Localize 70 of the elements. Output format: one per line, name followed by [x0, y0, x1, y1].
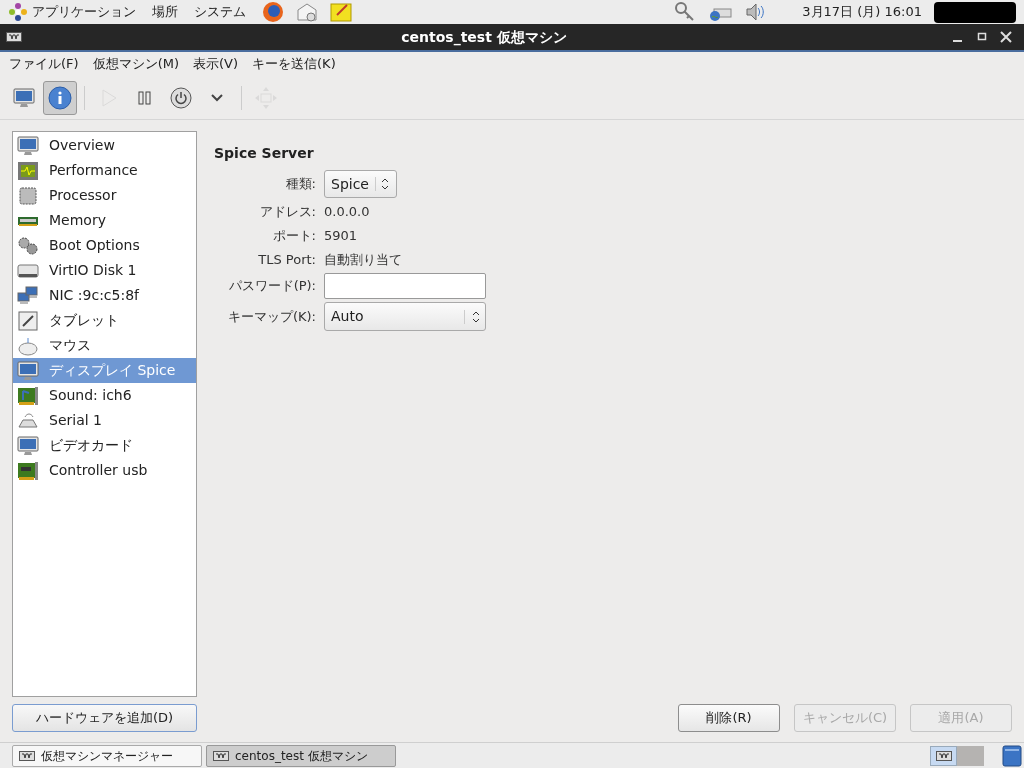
- speaker-icon[interactable]: [744, 1, 767, 23]
- power-icon: [170, 86, 192, 109]
- clock[interactable]: 3月17日 (月) 16:01: [802, 2, 922, 22]
- hardware-list-item[interactable]: タブレット: [13, 308, 196, 333]
- trash-icon[interactable]: [1002, 744, 1022, 767]
- hardware-list-item[interactable]: Sound: ich6: [13, 383, 196, 408]
- workspace-button[interactable]: [930, 745, 957, 766]
- hardware-list-item[interactable]: VirtIO Disk 1: [13, 258, 196, 283]
- updown-icon: [380, 177, 390, 191]
- serial-port-icon: [17, 410, 39, 431]
- taskbar-window-button[interactable]: centos_test 仮想マシン: [206, 744, 396, 767]
- menu-item[interactable]: キーを送信(K): [252, 54, 336, 74]
- vm-icon: [213, 750, 229, 761]
- caret-icon: [211, 93, 223, 102]
- field-label: TLS Port:: [257, 250, 317, 269]
- hardware-list-item[interactable]: Overview: [13, 133, 196, 158]
- updown-icon: [471, 309, 481, 324]
- field-label: ポート:: [271, 226, 317, 245]
- hardware-list-item[interactable]: Boot Options: [13, 233, 196, 258]
- window-title: centos_test 仮想マシン: [400, 27, 568, 48]
- close-icon[interactable]: [998, 29, 1014, 45]
- flower-logo-icon: [8, 2, 28, 22]
- field-label: キーマップ(K):: [226, 307, 317, 326]
- vm-icon: [19, 750, 35, 761]
- monitor-icon: [17, 360, 39, 381]
- monitor-icon: [17, 435, 39, 456]
- hardware-list-item[interactable]: NIC :9c:c5:8f: [13, 283, 196, 308]
- field-value: 自動割り当て: [324, 250, 402, 269]
- tablet-icon: [17, 310, 39, 331]
- type-select[interactable]: Spice: [324, 170, 397, 198]
- window-icon: [6, 32, 22, 42]
- monitor-icon: [13, 87, 35, 108]
- field-value: 5901: [324, 226, 358, 245]
- sound-card-icon: [17, 385, 39, 406]
- field-value: 0.0.0.0: [324, 202, 370, 221]
- hardware-list-item[interactable]: Processor: [13, 183, 196, 208]
- workspace-window-icon: [935, 750, 952, 761]
- chip-icon: [17, 185, 39, 206]
- mouse-icon: [17, 335, 39, 356]
- hardware-list-item[interactable]: Performance: [13, 158, 196, 183]
- panel-menu[interactable]: 場所: [152, 2, 178, 22]
- pause-icon: [138, 90, 152, 105]
- notepad-icon[interactable]: [330, 1, 352, 23]
- field-label: パスワード(P):: [227, 277, 317, 296]
- hardware-list-item[interactable]: Controller usb: [13, 458, 196, 483]
- network-icon: [17, 285, 39, 306]
- chart-board-icon: [17, 160, 39, 181]
- hardware-list-item[interactable]: Serial 1: [13, 408, 196, 433]
- monitor-icon: [17, 135, 39, 156]
- hardware-list-item[interactable]: ビデオカード: [13, 433, 196, 458]
- hardware-list-item[interactable]: Memory: [13, 208, 196, 233]
- gears-icon: [17, 235, 39, 256]
- info-icon: [48, 85, 72, 110]
- menu-item[interactable]: 表示(V): [193, 54, 239, 74]
- taskbar-window-button[interactable]: 仮想マシンマネージャー: [12, 744, 202, 767]
- keymap-select[interactable]: Auto: [324, 302, 486, 331]
- panel-menu[interactable]: システム: [194, 2, 246, 22]
- panel-menu[interactable]: アプリケーション: [32, 2, 136, 22]
- field-label: 種類:: [284, 175, 317, 194]
- hardware-list-item[interactable]: マウス: [13, 333, 196, 358]
- dialog-button[interactable]: 削除(R): [678, 704, 780, 732]
- add-hardware-button[interactable]: ハードウェアを追加(D): [12, 704, 197, 732]
- menu-item[interactable]: 仮想マシン(M): [92, 54, 179, 74]
- toolbar-button[interactable]: [43, 80, 77, 115]
- menu-item[interactable]: ファイル(F): [9, 54, 79, 74]
- globe-icon[interactable]: [262, 1, 284, 23]
- controller-card-icon: [17, 460, 39, 481]
- field-label: アドレス:: [258, 202, 317, 221]
- password-field[interactable]: [324, 273, 486, 299]
- section-heading: Spice Server: [214, 144, 315, 163]
